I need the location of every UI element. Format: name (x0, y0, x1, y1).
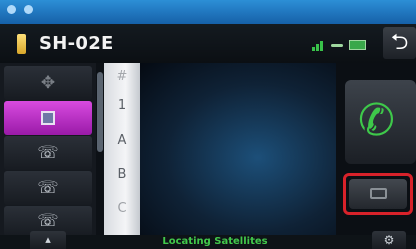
menu-button[interactable]: ▴ (30, 231, 66, 249)
bluetooth-icon (7, 5, 16, 14)
missed-call-button[interactable]: ☏ (4, 171, 92, 205)
scrollbar-thumb[interactable] (97, 72, 103, 152)
index-item[interactable]: C (104, 201, 140, 216)
index-item[interactable]: A (104, 133, 140, 148)
connection-icon (24, 5, 33, 14)
settings-button[interactable]: ⚙ (372, 231, 406, 249)
status-bar (0, 0, 416, 24)
phonebook-button[interactable] (4, 101, 92, 135)
phone-device-icon (370, 188, 387, 199)
missed-call-icon: ☏ (37, 178, 59, 198)
navigation-status: Locating Satellites (162, 236, 268, 247)
phonebook-icon (41, 111, 55, 125)
index-item[interactable]: 1 (104, 98, 140, 113)
back-button[interactable]: ⮌ (383, 27, 416, 59)
link-icon (331, 44, 343, 47)
battery-icon (349, 40, 366, 50)
outgoing-call-icon: ☏ (37, 211, 59, 231)
signal-icon (312, 39, 326, 51)
contact-list-area[interactable] (140, 63, 336, 235)
device-name: SH-02E (39, 33, 114, 54)
incoming-call-icon: ☏ (37, 143, 59, 163)
index-item[interactable]: B (104, 167, 140, 182)
menu-icon: ▴ (45, 233, 51, 246)
incoming-call-button[interactable]: ☏ (4, 136, 92, 170)
index-strip[interactable] (104, 63, 140, 249)
handset-icon: ✆ (358, 95, 395, 146)
voice-dial-icon: ✥ (40, 73, 56, 93)
phone-icon (17, 34, 26, 54)
voice-dial-button[interactable]: ✥ (4, 66, 92, 100)
back-arrow-icon: ⮌ (390, 30, 409, 55)
index-item[interactable]: # (104, 69, 140, 84)
settings-icon: ⚙ (383, 233, 395, 247)
